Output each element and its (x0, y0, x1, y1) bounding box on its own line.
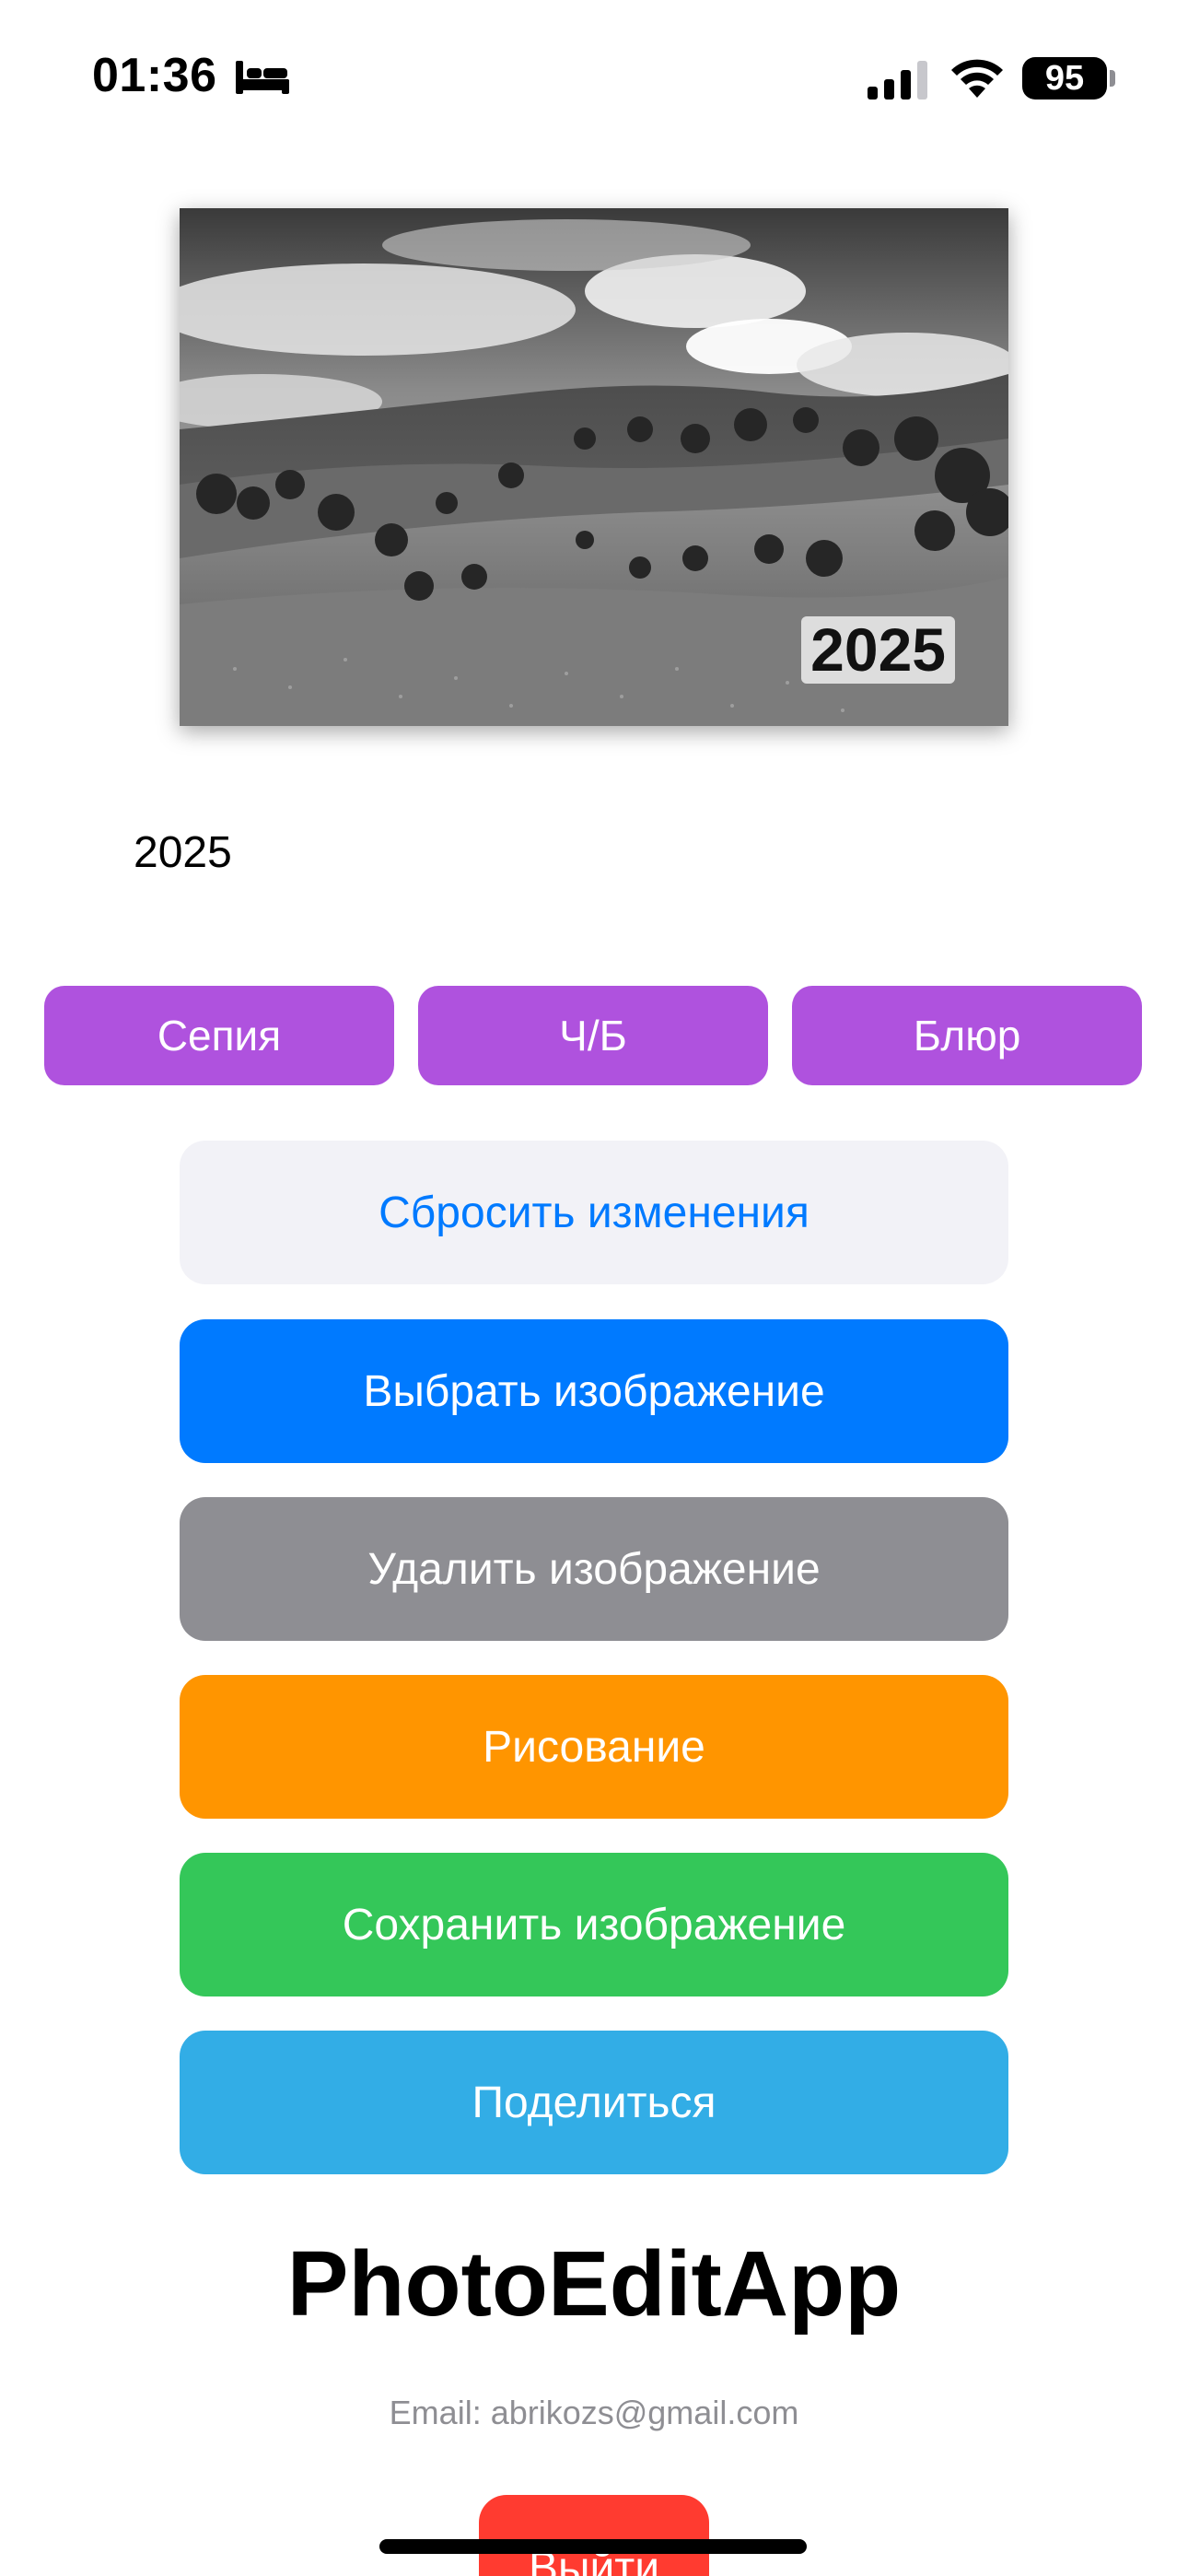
photo-preview[interactable]: 2025 (180, 208, 1008, 726)
home-indicator[interactable] (379, 2539, 807, 2554)
share-button[interactable]: Поделиться (180, 2031, 1008, 2174)
choose-image-button[interactable]: Выбрать изображение (180, 1319, 1008, 1463)
status-time: 01:36 (92, 49, 217, 102)
bed-icon (236, 61, 289, 94)
wifi-icon (951, 59, 1003, 98)
battery-icon: 95 (1022, 57, 1107, 100)
user-email: Email: abrikozs@gmail.com (389, 2394, 799, 2431)
app-title: PhotoEditApp (286, 2232, 902, 2336)
blur-filter-button[interactable]: Блюр (792, 986, 1142, 1085)
battery-cap (1110, 70, 1115, 87)
reset-changes-button[interactable]: Сбросить изменения (180, 1141, 1008, 1284)
draw-button[interactable]: Рисование (180, 1675, 1008, 1819)
photo-caption: 2025 (134, 828, 232, 877)
photo-year-badge: 2025 (801, 615, 955, 684)
bw-filter-button[interactable]: Ч/Б (418, 986, 768, 1085)
sepia-filter-button[interactable]: Сепия (44, 986, 394, 1085)
logout-button[interactable]: Выйти (479, 2495, 709, 2576)
save-image-button[interactable]: Сохранить изображение (180, 1853, 1008, 1996)
cellular-signal-icon (868, 61, 927, 100)
delete-image-button[interactable]: Удалить изображение (180, 1497, 1008, 1641)
